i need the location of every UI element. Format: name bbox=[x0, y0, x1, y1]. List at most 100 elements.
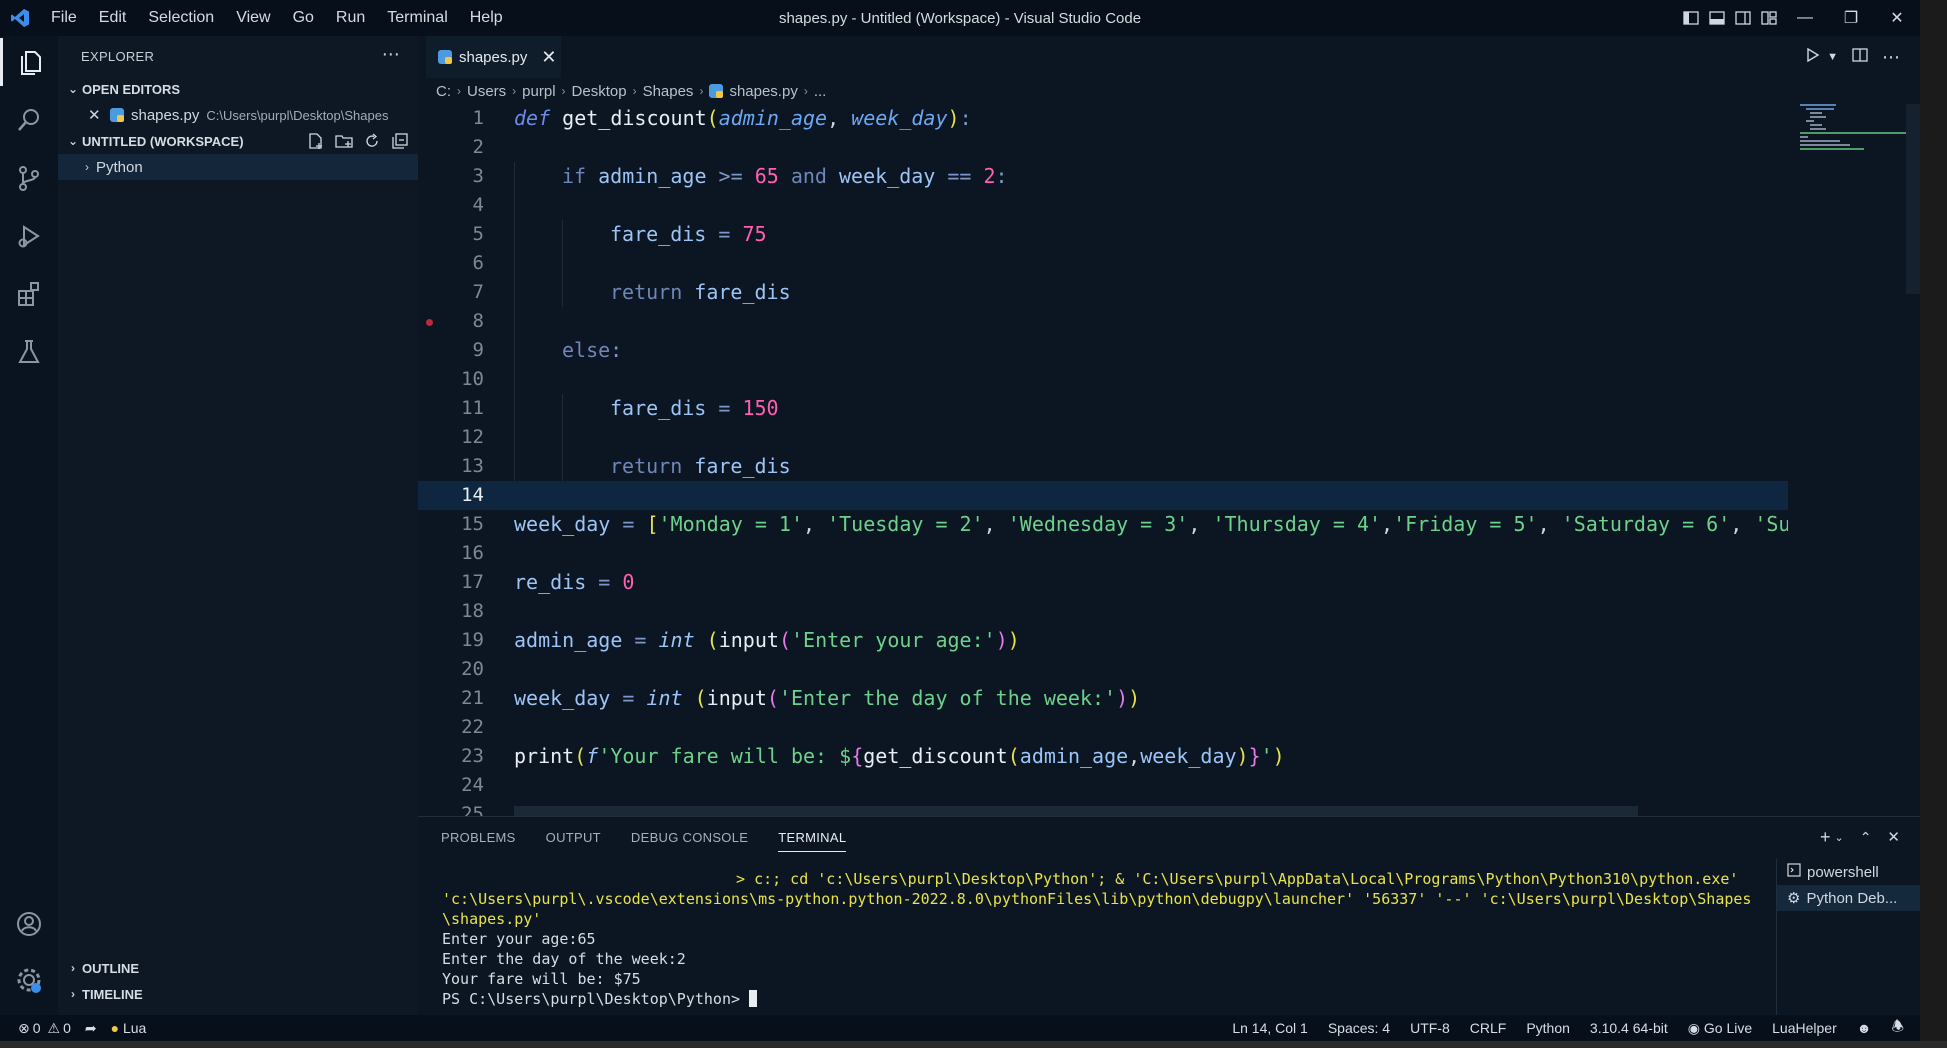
problems-indicator[interactable]: ⊗ 0 ⚠ 0 bbox=[18, 1020, 71, 1037]
code-line[interactable]: 14 bbox=[418, 481, 1788, 510]
toggle-sidebar-icon[interactable] bbox=[1678, 0, 1704, 36]
maximize-panel-icon[interactable]: ⌃ bbox=[1860, 829, 1872, 846]
close-icon[interactable]: ✕ bbox=[88, 106, 110, 124]
toggle-panel-icon[interactable] bbox=[1704, 0, 1730, 36]
source-control-icon[interactable] bbox=[0, 154, 58, 202]
more-actions-icon[interactable]: ⋯ bbox=[382, 44, 400, 65]
open-editors-section[interactable]: ⌄ OPEN EDITORS bbox=[58, 76, 418, 102]
code-line[interactable]: 5 fare_dis = 75 bbox=[418, 220, 1788, 249]
code-line[interactable]: 1 def get_discount(admin_age, week_day): bbox=[418, 104, 1788, 133]
collapse-all-icon[interactable] bbox=[390, 131, 410, 151]
menu-help[interactable]: Help bbox=[459, 0, 514, 36]
workspace-section[interactable]: ⌄ UNTITLED (WORKSPACE) bbox=[58, 128, 418, 154]
run-options-chevron-icon[interactable]: ▼ bbox=[1827, 51, 1838, 63]
terminal-item-python-debug[interactable]: ⚙ Python Deb... bbox=[1777, 885, 1921, 911]
code-line[interactable]: 23 print(f'Your fare will be: ${get_disco… bbox=[418, 742, 1788, 771]
menu-go[interactable]: Go bbox=[282, 0, 325, 36]
terminal-item-powershell[interactable]: powershell bbox=[1777, 859, 1921, 885]
code-line[interactable]: 9 else: bbox=[418, 336, 1788, 365]
cursor-position[interactable]: Ln 14, Col 1 bbox=[1232, 1020, 1308, 1036]
code-line[interactable]: 13 return fare_dis bbox=[418, 452, 1788, 481]
extensions-icon[interactable] bbox=[0, 270, 58, 318]
notifications-bell-icon[interactable]: 🕭 bbox=[1891, 1016, 1904, 1040]
tab-problems[interactable]: PROBLEMS bbox=[441, 830, 516, 845]
close-tab-icon[interactable]: ✕ bbox=[541, 47, 556, 68]
code-line[interactable]: 4 bbox=[418, 191, 1788, 220]
search-icon[interactable] bbox=[0, 96, 58, 144]
code-line[interactable]: 24 bbox=[418, 771, 1788, 800]
code-line[interactable]: 10 bbox=[418, 365, 1788, 394]
breadcrumb-item[interactable]: C: bbox=[436, 83, 451, 100]
python-interpreter[interactable]: 3.10.4 64-bit bbox=[1590, 1020, 1668, 1036]
horizontal-scrollbar[interactable] bbox=[514, 806, 1638, 816]
tab-debug-console[interactable]: DEBUG CONSOLE bbox=[631, 830, 748, 845]
tab-output[interactable]: OUTPUT bbox=[546, 830, 601, 845]
code-line[interactable]: 17 re_dis = 0 bbox=[418, 568, 1788, 597]
menu-selection[interactable]: Selection bbox=[137, 0, 225, 36]
code-line[interactable]: 15 week_day = ['Monday = 1', 'Tuesday = 2… bbox=[418, 510, 1788, 539]
run-python-file-icon[interactable] bbox=[1805, 47, 1821, 68]
language-mode[interactable]: Python bbox=[1526, 1020, 1570, 1036]
more-actions-icon[interactable]: ⋯ bbox=[1882, 47, 1900, 68]
code-editor[interactable]: 1 def get_discount(admin_age, week_day): 2… bbox=[418, 104, 1788, 816]
breadcrumb-item[interactable]: Desktop bbox=[572, 83, 627, 100]
menu-view[interactable]: View bbox=[225, 0, 281, 36]
code-line[interactable]: 3 if admin_age >= 65 and week_day == 2: bbox=[418, 162, 1788, 191]
breadcrumb-item[interactable]: shapes.py bbox=[729, 83, 797, 100]
code-line[interactable]: 22 bbox=[418, 713, 1788, 742]
code-line[interactable]: 20 bbox=[418, 655, 1788, 684]
breadcrumb-item[interactable]: Shapes bbox=[643, 83, 694, 100]
restore-button[interactable]: ❐ bbox=[1828, 0, 1874, 36]
terminal-output[interactable]: > c:; cd 'c:\Users\purpl\Desktop\Python'… bbox=[442, 869, 1788, 1009]
new-folder-icon[interactable] bbox=[334, 131, 354, 151]
code-line[interactable]: 2 bbox=[418, 133, 1788, 162]
timeline-section[interactable]: › TIMELINE bbox=[58, 981, 418, 1007]
accounts-icon[interactable] bbox=[0, 900, 58, 948]
code-line[interactable]: 19 admin_age = int (input('Enter your age… bbox=[418, 626, 1788, 655]
manage-gear-icon[interactable] bbox=[0, 956, 58, 1004]
code-line[interactable]: 6 bbox=[418, 249, 1788, 278]
code-line[interactable]: 21 week_day = int (input('Enter the day o… bbox=[418, 684, 1788, 713]
code-line[interactable]: 16 bbox=[418, 539, 1788, 568]
menu-file[interactable]: File bbox=[40, 0, 88, 36]
vertical-scroll-thumb[interactable] bbox=[1906, 104, 1920, 294]
close-panel-icon[interactable]: ✕ bbox=[1887, 828, 1900, 846]
new-file-icon[interactable] bbox=[306, 131, 326, 151]
outline-section[interactable]: › OUTLINE bbox=[58, 955, 418, 981]
code-line[interactable]: 11 fare_dis = 150 bbox=[418, 394, 1788, 423]
folder-python[interactable]: › Python bbox=[58, 154, 418, 180]
new-terminal-icon[interactable]: + bbox=[1820, 827, 1831, 848]
toggle-secondary-sidebar-icon[interactable] bbox=[1730, 0, 1756, 36]
run-and-debug-icon[interactable] bbox=[0, 212, 58, 260]
open-editor-item[interactable]: ✕ shapes.py C:\Users\purpl\Desktop\Shape… bbox=[58, 102, 418, 128]
code-line[interactable]: 7 return fare_dis bbox=[418, 278, 1788, 307]
refresh-icon[interactable] bbox=[362, 131, 382, 151]
feedback-icon[interactable]: ☻ bbox=[1857, 1020, 1872, 1036]
minimize-button[interactable]: — bbox=[1782, 0, 1828, 36]
customize-layout-icon[interactable] bbox=[1756, 0, 1782, 36]
indentation[interactable]: Spaces: 4 bbox=[1328, 1020, 1390, 1036]
encoding[interactable]: UTF-8 bbox=[1410, 1020, 1450, 1036]
luahelper-status[interactable]: LuaHelper bbox=[1772, 1020, 1837, 1036]
breadcrumb-item[interactable]: ... bbox=[814, 83, 827, 100]
tab-terminal[interactable]: TERMINAL bbox=[778, 830, 847, 852]
code-line[interactable]: 8 bbox=[418, 307, 1788, 336]
testing-icon[interactable] bbox=[0, 328, 58, 376]
explorer-icon[interactable] bbox=[0, 38, 58, 86]
menu-edit[interactable]: Edit bbox=[88, 0, 138, 36]
tab-shapes-py[interactable]: shapes.py ✕ bbox=[426, 36, 561, 78]
split-editor-icon[interactable] bbox=[1852, 47, 1868, 68]
go-live-button[interactable]: ◉ Go Live bbox=[1688, 1020, 1752, 1037]
code-line[interactable]: 12 bbox=[418, 423, 1788, 452]
minimap[interactable] bbox=[1788, 104, 1906, 816]
code-line[interactable]: 18 bbox=[418, 597, 1788, 626]
breadcrumb-item[interactable]: Users bbox=[467, 83, 506, 100]
live-share-icon[interactable]: ➦ bbox=[85, 1020, 97, 1037]
terminal-options-chevron-icon[interactable]: ⌄ bbox=[1834, 831, 1843, 844]
menu-run[interactable]: Run bbox=[325, 0, 376, 36]
end-of-line[interactable]: CRLF bbox=[1470, 1020, 1507, 1036]
breadcrumb-item[interactable]: purpl bbox=[522, 83, 555, 100]
close-window-button[interactable]: ✕ bbox=[1874, 0, 1920, 36]
lua-status[interactable]: ● Lua bbox=[111, 1020, 147, 1036]
menu-terminal[interactable]: Terminal bbox=[376, 0, 458, 36]
